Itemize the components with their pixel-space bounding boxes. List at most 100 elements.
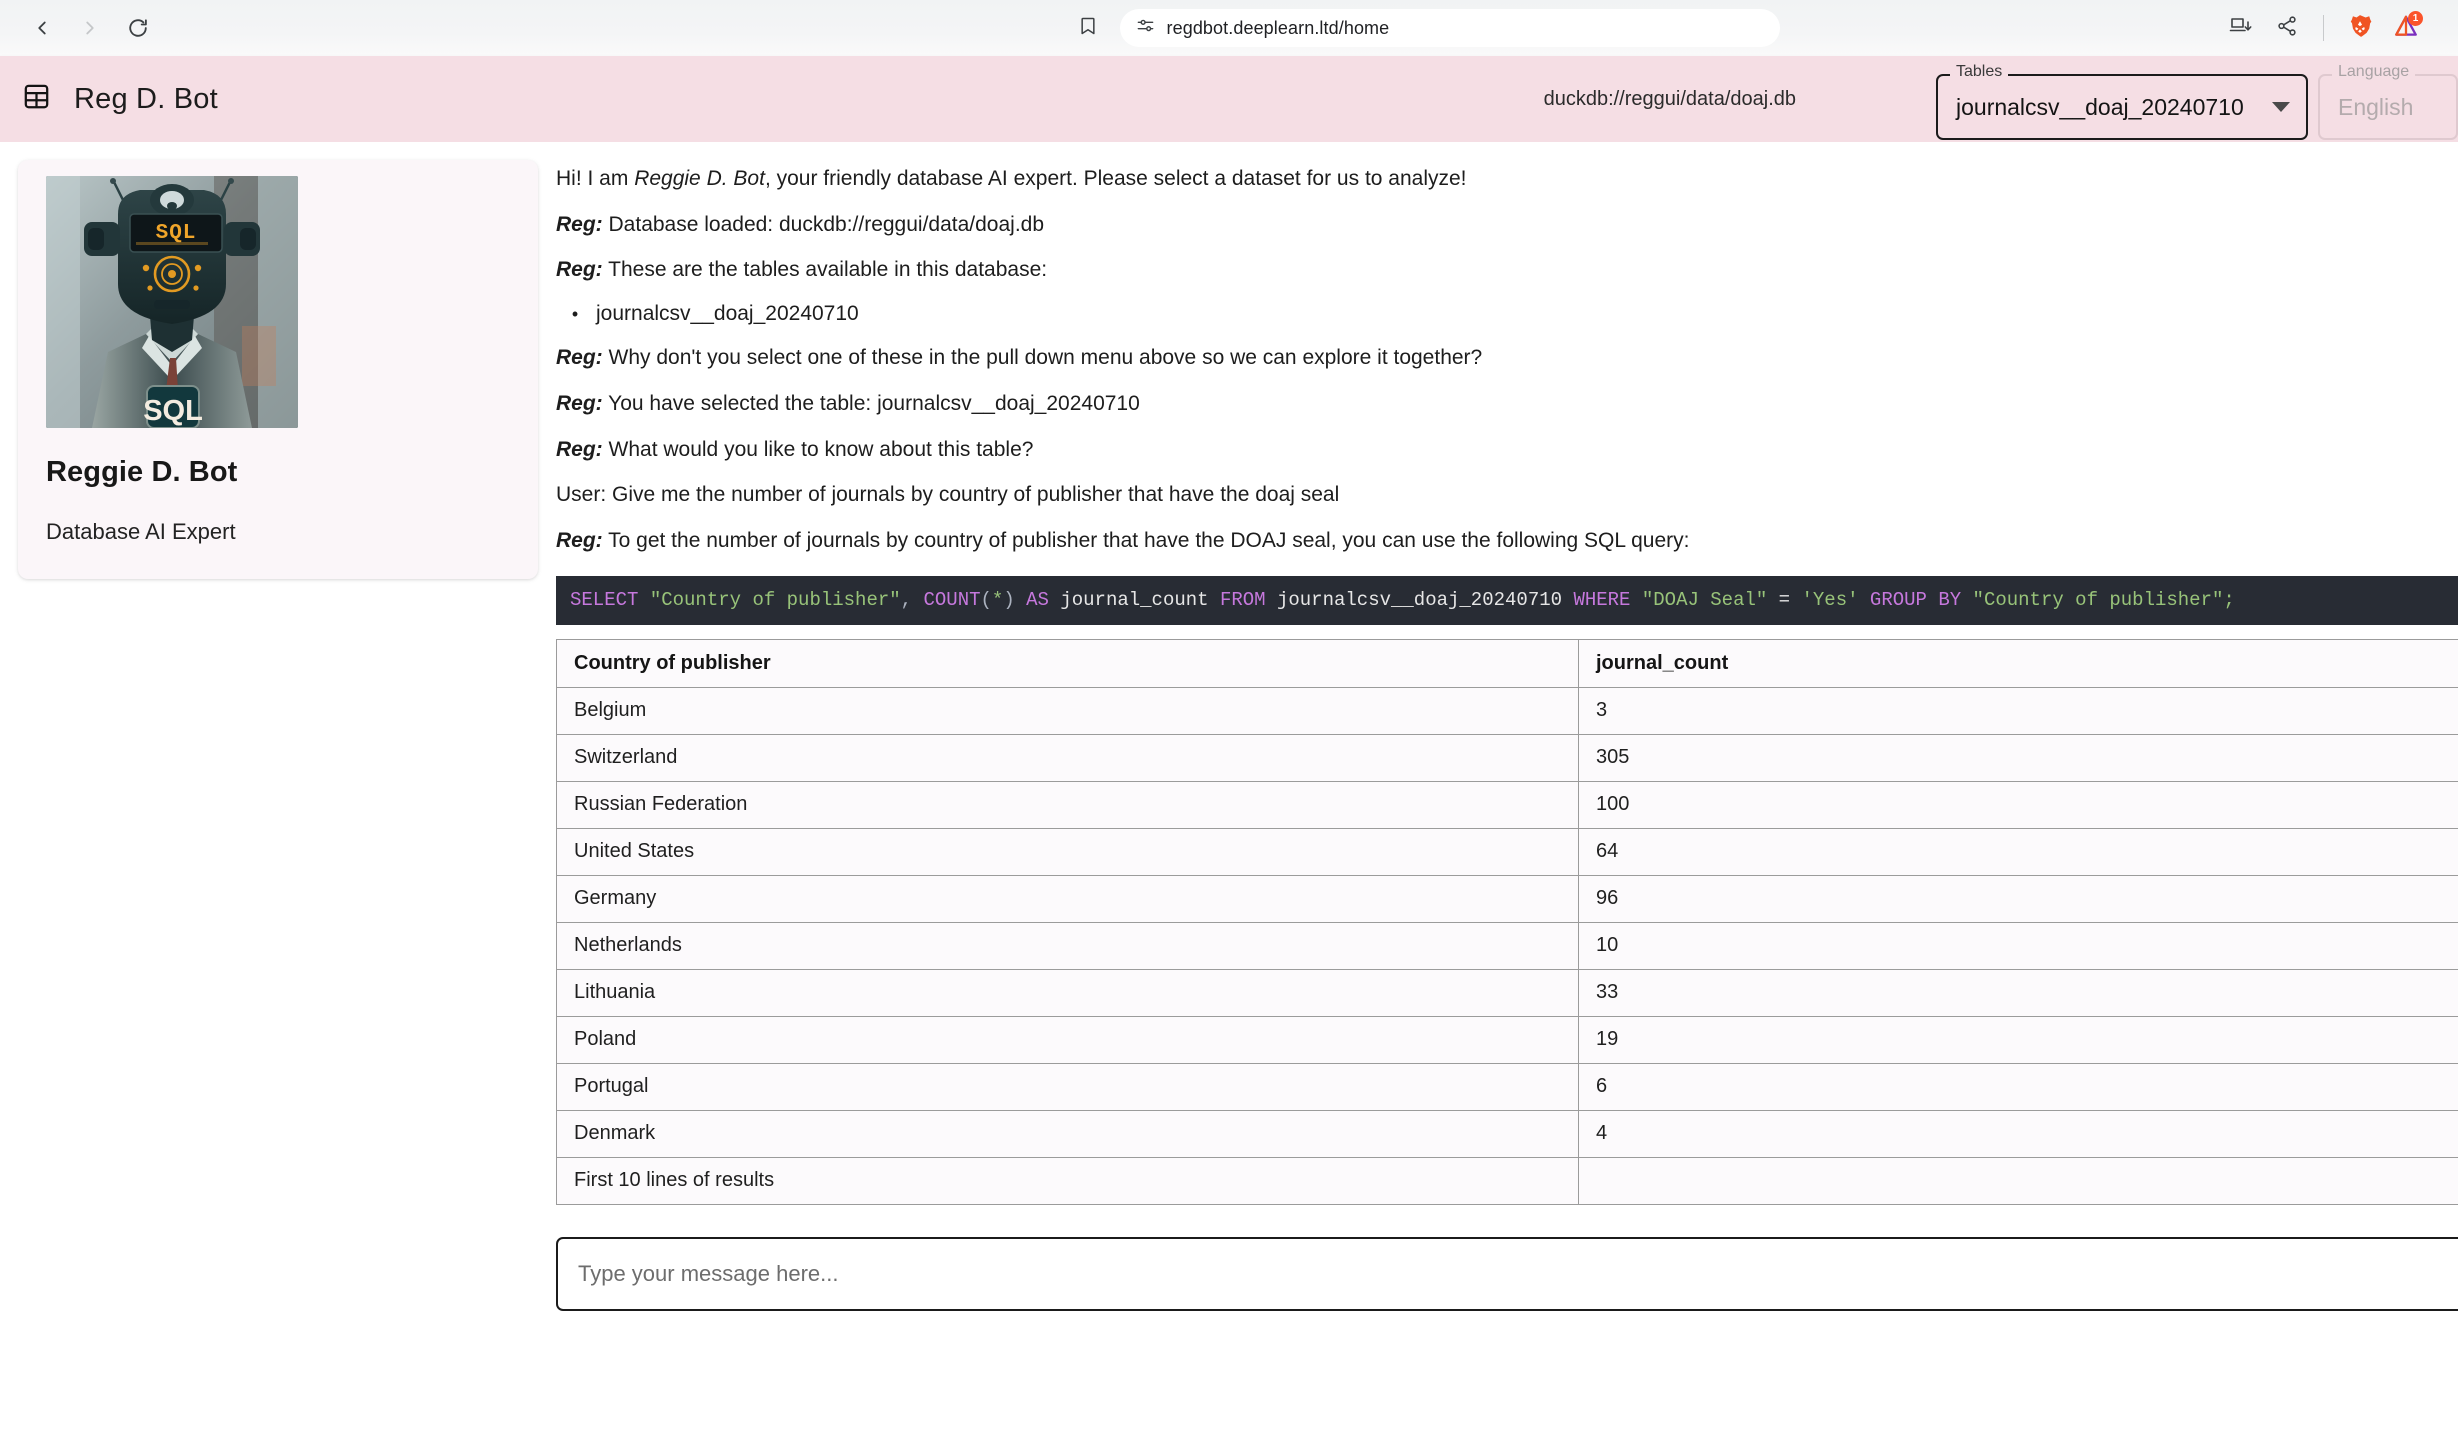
message-author: Reg:	[556, 529, 603, 553]
table-name: journalcsv__doaj_20240710	[596, 302, 859, 326]
tables-select[interactable]: journalcsv__doaj_20240710	[1936, 74, 2308, 140]
column-header-journal-count: journal_count	[1578, 638, 2458, 688]
database-uri-label: duckdb://reggui/data/doaj.db	[1543, 87, 1796, 110]
chat-message-table-selected: Reg: You have selected the table: journa…	[556, 381, 2458, 427]
browser-action-icons: 1	[2221, 8, 2444, 48]
message-text: What would you like to know about this t…	[608, 437, 1034, 461]
column-header-country: Country of publisher	[556, 638, 1579, 688]
sql-token: "Country of publisher"	[1972, 588, 2224, 611]
greeting-bot-name: Reggie D. Bot	[634, 167, 765, 190]
browser-nav-buttons	[22, 8, 158, 48]
sql-code-text: SELECT "Country of publisher", COUNT(*) …	[570, 589, 2235, 611]
table-row: Lithuania 33	[556, 968, 2458, 1017]
cell-journal-count: 96	[1578, 874, 2458, 923]
chat-message-sql-intro: Reg: To get the number of journals by co…	[556, 518, 2458, 564]
chat-message-ask-question: Reg: What would you like to know about t…	[556, 427, 2458, 473]
brave-shields-button[interactable]	[2340, 8, 2380, 48]
language-select-label: Language	[2332, 64, 2416, 80]
brave-rewards-button[interactable]: 1	[2386, 8, 2426, 48]
address-bar[interactable]: regdbot.deeplearn.ltd/home	[1119, 9, 1780, 47]
cell-country: Russian Federation	[556, 780, 1579, 829]
table-row: Belgium 3	[556, 686, 2458, 735]
greeting-post: , your friendly database AI expert. Plea…	[764, 167, 1467, 190]
cell-country: United States	[556, 827, 1579, 876]
reload-icon	[127, 17, 149, 39]
results-footer-empty	[1578, 1156, 2458, 1205]
bot-role: Database AI Expert	[46, 519, 236, 544]
sql-code-block[interactable]: SELECT "Country of publisher", COUNT(*) …	[556, 575, 2458, 625]
message-author: Reg:	[556, 437, 603, 461]
forward-arrow-icon	[79, 17, 101, 39]
message-input[interactable]: Type your message here...	[556, 1236, 2458, 1311]
sql-token: )	[1003, 588, 1027, 611]
table-row: Poland 19	[556, 1015, 2458, 1064]
bot-name: Reggie D. Bot	[46, 456, 238, 488]
bookmark-icon	[1078, 16, 1098, 41]
svg-text:SQL: SQL	[143, 395, 203, 427]
cell-country: Poland	[556, 1015, 1579, 1064]
forward-button[interactable]	[70, 8, 110, 48]
svg-text:SQL: SQL	[156, 222, 197, 245]
cast-download-button[interactable]	[2221, 8, 2261, 48]
cell-journal-count: 10	[1578, 921, 2458, 970]
results-footer-label: First 10 lines of results	[556, 1156, 1579, 1205]
chevron-down-icon	[2272, 102, 2290, 112]
rewards-notification-badge: 1	[2408, 11, 2423, 26]
table-row: Switzerland 305	[556, 733, 2458, 782]
share-icon	[2276, 15, 2298, 42]
sql-token: "Country of publisher"	[649, 588, 901, 611]
browser-toolbar: regdbot.deeplearn.ltd/home 1	[0, 0, 2458, 56]
reload-button[interactable]	[118, 8, 158, 48]
tables-select-value: journalcsv__doaj_20240710	[1956, 93, 2244, 120]
message-text: To get the number of journals by country…	[608, 529, 1690, 553]
app-header: Reg D. Bot duckdb://reggui/data/doaj.db …	[0, 56, 2458, 142]
message-text: You have selected the table: journalcsv_…	[608, 391, 1140, 415]
cell-journal-count: 100	[1578, 780, 2458, 829]
cell-journal-count: 33	[1578, 968, 2458, 1017]
table-row: Netherlands 10	[556, 921, 2458, 970]
cell-journal-count: 19	[1578, 1015, 2458, 1064]
chat-message-user-question: User: Give me the number of journals by …	[556, 472, 2458, 518]
table-header-row: Country of publisher journal_count	[556, 638, 2458, 688]
robot-in-suit-with-sql-display-image: SQL SQL	[46, 176, 298, 428]
share-button[interactable]	[2267, 8, 2307, 48]
sql-token: journalcsv__doaj_20240710	[1265, 588, 1574, 611]
grid-table-icon	[23, 83, 50, 115]
app-title: Reg D. Bot	[74, 82, 218, 115]
bot-profile-card: SQL SQL Reggie D. Bot Database AI Expert	[18, 160, 538, 579]
table-row: Portugal 6	[556, 1062, 2458, 1111]
omnibox-area: regdbot.deeplearn.ltd/home	[178, 9, 2201, 47]
table-row: United States 64	[556, 827, 2458, 876]
cell-country: Netherlands	[556, 921, 1579, 970]
tune-icon[interactable]	[1136, 16, 1155, 40]
message-text: Give me the number of journals by countr…	[612, 483, 1340, 507]
back-button[interactable]	[22, 8, 62, 48]
sql-token: SELECT	[570, 588, 639, 611]
grid-menu-button[interactable]	[16, 79, 56, 119]
sql-token: COUNT	[923, 588, 981, 611]
composer-area: Type your message here...	[556, 1236, 2458, 1311]
main-content: SQL SQL Reggie D. Bot Database AI Expert…	[0, 142, 2458, 1443]
cell-country: Germany	[556, 874, 1579, 923]
cell-country: Switzerland	[556, 733, 1579, 782]
sql-token: WHERE	[1573, 588, 1631, 611]
message-author: Reg:	[556, 391, 603, 415]
message-text: Database loaded: duckdb://reggui/data/do…	[608, 212, 1045, 236]
bookmark-button[interactable]	[1070, 10, 1106, 46]
cast-download-icon	[2229, 14, 2253, 43]
table-body: Belgium 3 Switzerland 305 Russian Federation…	[556, 686, 2458, 1205]
left-column: SQL SQL Reggie D. Bot Database AI Expert	[0, 142, 556, 1443]
address-text: regdbot.deeplearn.ltd/home	[1166, 17, 1390, 38]
brave-lion-icon	[2347, 13, 2373, 44]
sql-token: =	[1767, 588, 1802, 611]
sql-token: GROUP BY	[1869, 588, 1962, 611]
sql-token: "DOAJ Seal"	[1641, 588, 1768, 611]
sql-token: AS	[1026, 588, 1049, 611]
sql-token: journal_count	[1048, 588, 1220, 611]
language-select[interactable]: English	[2318, 74, 2458, 140]
chat-message-tables-intro: Reg: These are the tables available in t…	[556, 247, 2458, 293]
